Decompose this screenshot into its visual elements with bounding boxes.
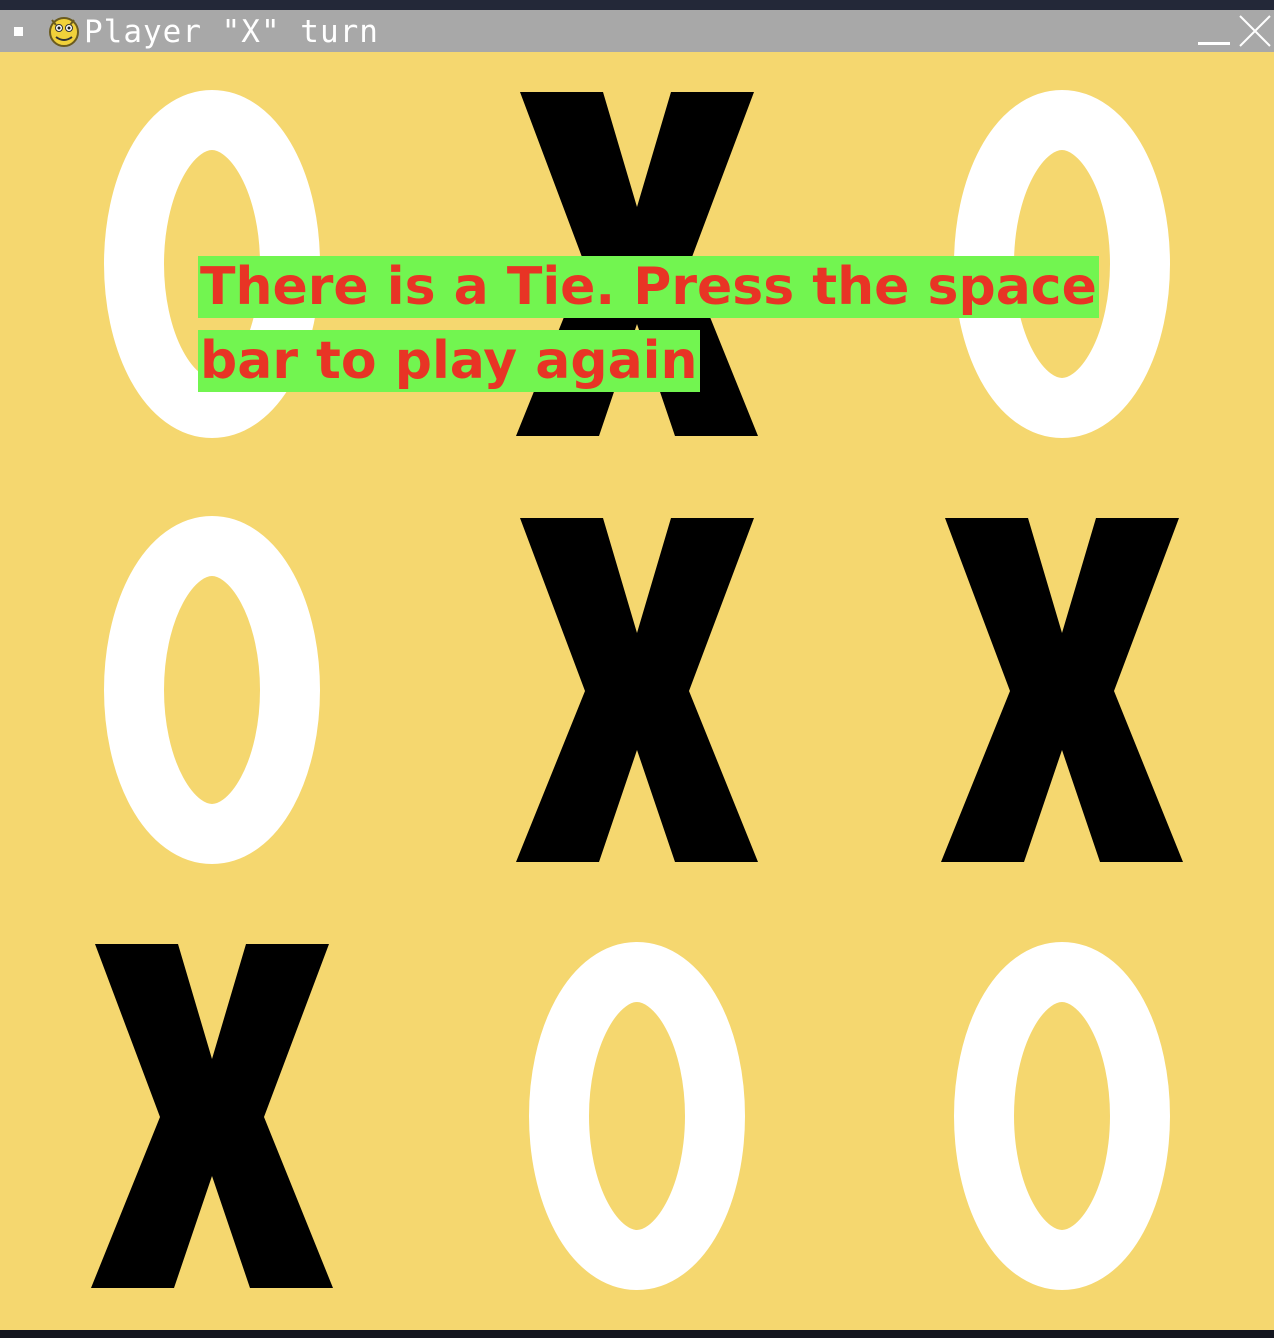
window-menu-icon[interactable] [14,27,23,36]
o-mark [954,942,1170,1290]
cell-r3-c1[interactable] [0,904,425,1330]
x-mark [516,518,758,862]
screen-bottom-edge [0,1330,1274,1338]
tie-message-line-1: There is a Tie. Press the space [198,256,1099,318]
cell-r2-c1[interactable] [0,478,425,904]
o-mark [104,516,320,864]
cell-r3-c3[interactable] [850,904,1274,1330]
cell-r2-c2[interactable] [425,478,850,904]
o-mark [529,942,745,1290]
close-icon[interactable] [1236,12,1274,50]
cell-r3-c2[interactable] [425,904,850,1330]
game-window: Player "X" turn There is a Tie. Press th… [0,0,1274,1338]
window-title: Player "X" turn [84,14,379,50]
tie-message: There is a Tie. Press the space bar to p… [198,252,1198,400]
cell-r2-c3[interactable] [850,478,1274,904]
tie-message-line-2: bar to play again [198,330,700,392]
minimize-icon[interactable] [1196,18,1232,48]
x-mark [91,944,333,1288]
pygame-snake-icon [49,17,79,47]
title-bar[interactable]: Player "X" turn [0,10,1274,52]
screen-top-edge [0,0,1274,10]
x-mark [941,518,1183,862]
game-board[interactable]: There is a Tie. Press the space bar to p… [0,52,1274,1330]
